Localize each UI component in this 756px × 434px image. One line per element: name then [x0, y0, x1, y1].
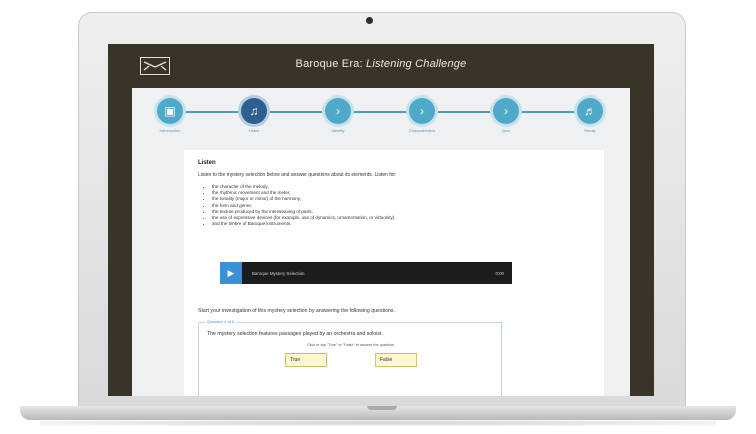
step-label-quiz: Quiz: [501, 128, 511, 133]
step-label-listen: Listen: [248, 128, 260, 133]
step-label-recap: Recap: [584, 128, 596, 133]
question-prompt: Start your investigation of this mystery…: [198, 308, 395, 314]
step-recap[interactable]: ♬: [577, 98, 603, 124]
chevron-right-icon: ›: [420, 104, 424, 118]
step-label-characteristics: Characteristics: [408, 128, 436, 133]
listen-card: Listen Listen to the mystery selection b…: [184, 150, 604, 396]
page-title: Baroque Era: Listening Challenge: [108, 58, 654, 70]
step-listen[interactable]: ♫: [241, 98, 267, 124]
document-icon: ▣: [164, 104, 176, 118]
step-label-identify: Identify: [331, 128, 345, 133]
laptop-notch: [367, 406, 397, 410]
stepper-track: [170, 111, 590, 113]
play-icon: ▶: [227, 267, 235, 278]
step-label-introduction: Introduction: [159, 128, 181, 133]
music-note-icon: ♬: [584, 104, 596, 118]
step-quiz[interactable]: ›: [493, 98, 519, 124]
playlist-icon: ♫: [249, 104, 259, 118]
list-item: and the timbre of Baroque instruments.: [212, 221, 396, 227]
listen-for-list: the character of the melody, the rhythmi…: [204, 184, 396, 227]
false-button[interactable]: False: [375, 353, 417, 367]
progress-stepper: ▣ Introduction ♫ Listen › Identify › Cha…: [132, 88, 630, 148]
webcam: [366, 17, 373, 24]
step-identify[interactable]: ›: [325, 98, 351, 124]
card-intro: Listen to the mystery selection below an…: [198, 172, 397, 178]
laptop-screen: Baroque Era: Listening Challenge ▣ Intro…: [108, 44, 654, 396]
card-heading: Listen: [198, 160, 216, 166]
app-header: Baroque Era: Listening Challenge: [108, 44, 654, 88]
chevron-right-icon: ›: [336, 104, 340, 118]
true-button[interactable]: True: [285, 353, 327, 367]
title-italic-text: Listening Challenge: [366, 58, 467, 70]
track-time: 0:00: [495, 270, 504, 276]
chevron-right-icon: ›: [504, 104, 508, 118]
audio-player: ▶ Baroque Mystery Selection 0:00: [220, 262, 512, 284]
step-characteristics[interactable]: ›: [409, 98, 435, 124]
question-box: Question 1 of 5 The mystery selection fe…: [198, 319, 502, 396]
question-text: The mystery selection features passages …: [207, 331, 383, 337]
play-button[interactable]: ▶: [220, 262, 242, 284]
question-label: Question 1 of 5: [205, 319, 237, 324]
question-instruction: Click or tap "True" or "False" to answer…: [306, 343, 396, 347]
laptop-shadow: [40, 420, 716, 426]
track-title: Baroque Mystery Selection: [252, 270, 305, 276]
content-panel: ▣ Introduction ♫ Listen › Identify › Cha…: [132, 88, 630, 396]
title-text: Baroque Era:: [295, 58, 367, 70]
step-introduction[interactable]: ▣: [157, 98, 183, 124]
